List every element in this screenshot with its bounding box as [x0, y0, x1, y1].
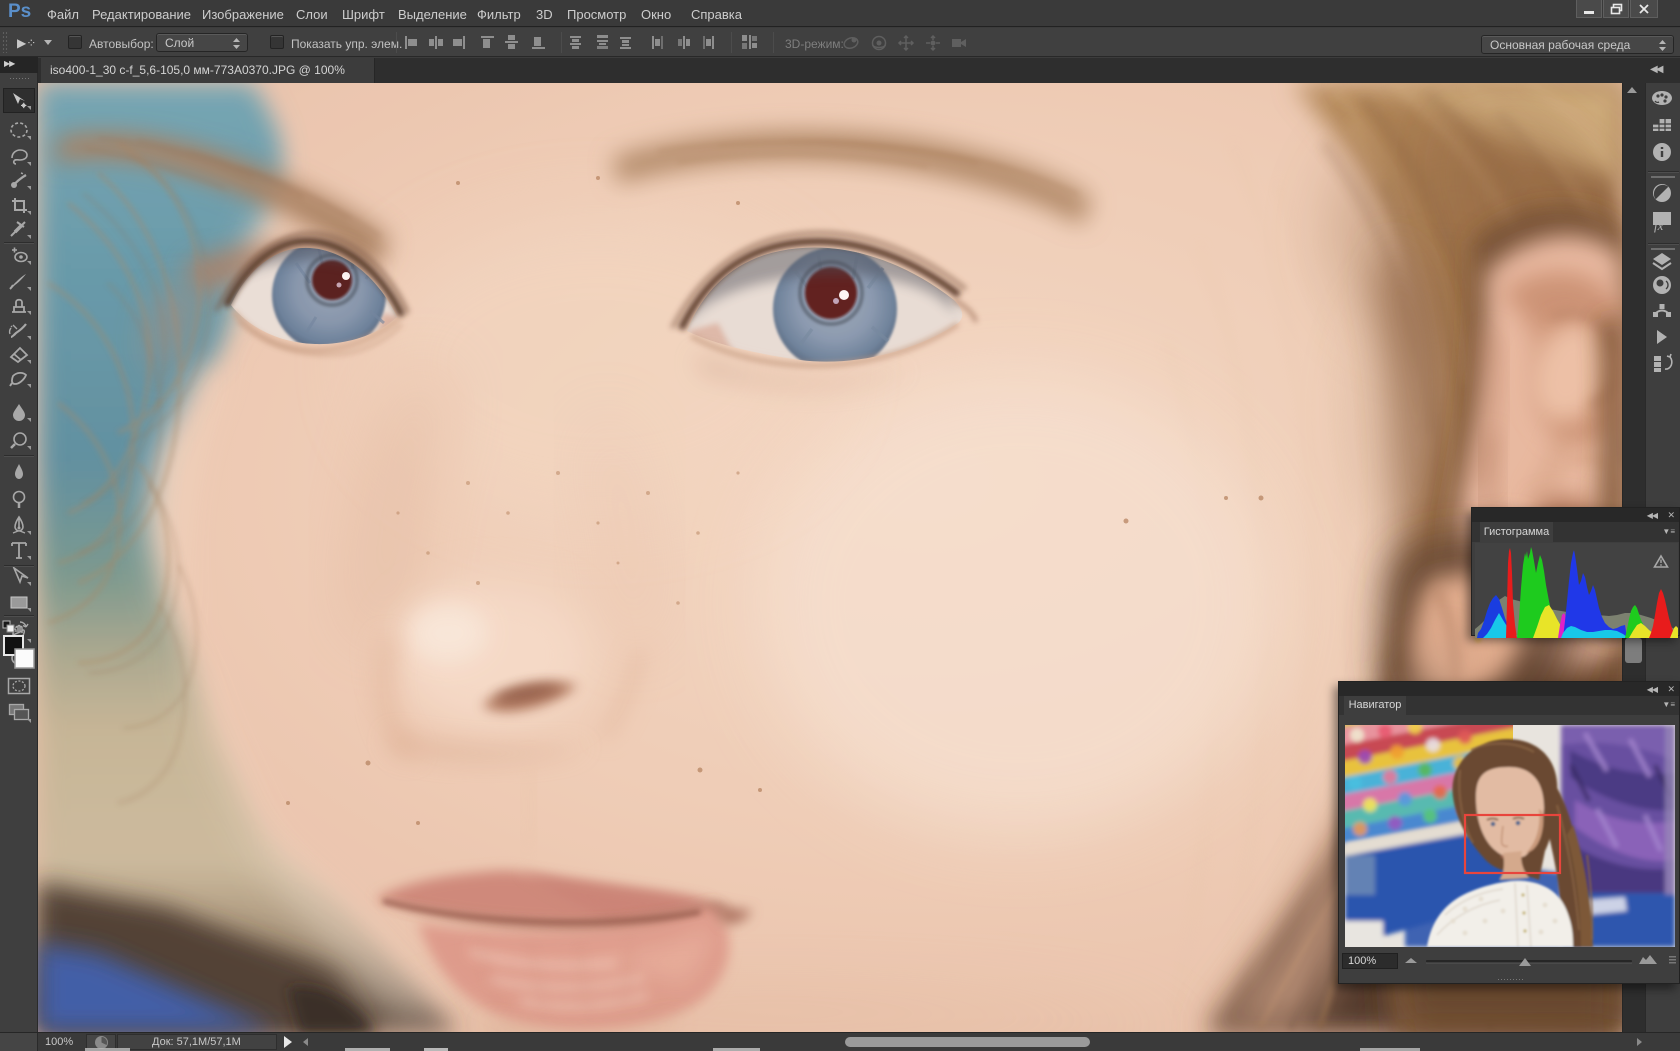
svg-text:fx: fx: [1654, 218, 1664, 233]
